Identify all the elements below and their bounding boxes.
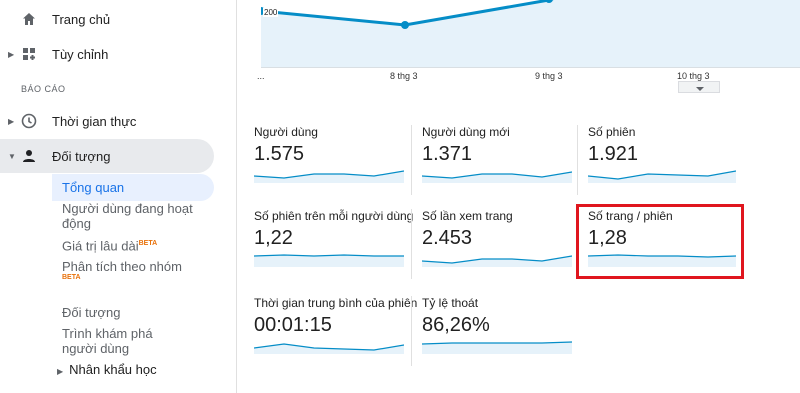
metric-label: Người dùng bbox=[254, 125, 318, 139]
metric-sparkline bbox=[422, 341, 572, 354]
nav-home[interactable]: Trang chủ bbox=[0, 2, 110, 36]
metric-card-new-users[interactable]: Người dùng mới 1.371 bbox=[411, 125, 572, 195]
x-axis-label: 10 thg 3 bbox=[677, 71, 710, 81]
metric-sparkline bbox=[588, 170, 736, 183]
metric-card-avg-session-duration[interactable]: Thời gian trung bình của phiên 00:01:15 bbox=[254, 296, 417, 366]
beta-badge: BETA bbox=[62, 274, 81, 281]
clock-icon bbox=[20, 112, 38, 130]
metric-value: 1.371 bbox=[422, 143, 473, 165]
beta-badge: BETA bbox=[138, 240, 158, 247]
highlight-annotation-box bbox=[576, 204, 744, 279]
nav-audience[interactable]: ▼ Đối tượng bbox=[0, 139, 214, 173]
sub-item-active-users[interactable]: Người dùng đang hoạt động bbox=[62, 201, 202, 231]
cohort-label: Phân tích theo nhóm bbox=[62, 259, 182, 274]
lifetime-value-label: Giá trị lâu dài bbox=[62, 238, 139, 254]
metric-value: 86,26% bbox=[422, 314, 490, 336]
sub-item-overview[interactable]: Tổng quan bbox=[62, 180, 124, 195]
x-axis-label: 8 thg 3 bbox=[390, 71, 418, 81]
metric-label: Số phiên trên mỗi người dùng bbox=[254, 209, 414, 223]
nav-home-label: Trang chủ bbox=[52, 11, 111, 27]
metric-value: 2.453 bbox=[422, 227, 473, 249]
person-icon bbox=[20, 147, 38, 165]
metric-value: 1,22 bbox=[254, 227, 293, 249]
metric-label: Thời gian trung bình của phiên bbox=[254, 296, 418, 310]
metric-card-sessions[interactable]: Số phiên 1.921 bbox=[577, 125, 736, 195]
metric-sparkline bbox=[422, 171, 572, 183]
expand-caret-icon: ▶ bbox=[57, 367, 64, 376]
customize-grid-icon bbox=[20, 45, 38, 63]
metric-sparkline bbox=[254, 170, 404, 183]
x-axis-label: 9 thg 3 bbox=[535, 71, 563, 81]
metric-label: Số phiên bbox=[588, 125, 636, 139]
metric-label: Người dùng mới bbox=[422, 125, 510, 139]
chevron-down-icon bbox=[696, 87, 704, 91]
home-icon bbox=[20, 10, 38, 28]
metric-label: Tỷ lệ thoát bbox=[422, 296, 479, 310]
metric-value: 00:01:15 bbox=[254, 314, 332, 336]
chart-range-handle[interactable] bbox=[678, 81, 720, 93]
nav-realtime[interactable]: ▶ Thời gian thực bbox=[0, 104, 136, 138]
sub-item-demographics[interactable]: ▶ Nhân khẩu học bbox=[57, 362, 157, 379]
metric-card-users[interactable]: Người dùng 1.575 bbox=[254, 125, 409, 195]
metric-value: 1.575 bbox=[254, 143, 305, 165]
metric-sparkline bbox=[254, 254, 404, 267]
metric-label: Số lần xem trang bbox=[422, 209, 513, 223]
metric-sparkline bbox=[422, 255, 572, 267]
chart-point[interactable] bbox=[401, 21, 409, 29]
sub-item-lifetime-value[interactable]: Giá trị lâu dàiBETA bbox=[62, 236, 157, 253]
sub-item-user-explorer[interactable]: Trình khám phá người dùng bbox=[62, 326, 182, 356]
metric-card-pageviews[interactable]: Số lần xem trang 2.453 bbox=[411, 209, 572, 279]
expand-caret-icon: ▶ bbox=[8, 49, 15, 59]
nav-customize-label: Tùy chỉnh bbox=[52, 46, 109, 62]
expand-caret-icon: ▶ bbox=[8, 116, 15, 126]
nav-customize[interactable]: ▶ Tùy chỉnh bbox=[0, 37, 108, 71]
y-axis-label: 200 bbox=[263, 8, 279, 17]
metric-card-bounce-rate[interactable]: Tỷ lệ thoát 86,26% bbox=[411, 296, 572, 366]
sub-item-cohort[interactable]: Phân tích theo nhóm BETA bbox=[62, 259, 182, 282]
reports-section-label: BÁO CÁO bbox=[21, 84, 66, 94]
demographics-label: Nhân khẩu học bbox=[69, 362, 157, 377]
metric-value: 1.921 bbox=[588, 143, 639, 165]
collapse-caret-icon: ▼ bbox=[8, 151, 16, 161]
nav-audience-label: Đối tượng bbox=[52, 148, 111, 164]
chart-svg bbox=[257, 0, 800, 72]
nav-realtime-label: Thời gian thực bbox=[52, 113, 137, 129]
metric-sparkline bbox=[254, 343, 404, 354]
metric-card-sessions-per-user[interactable]: Số phiên trên mỗi người dùng 1,22 bbox=[254, 209, 413, 279]
x-axis-label: ... bbox=[257, 71, 265, 81]
overview-line-chart[interactable]: 200 bbox=[257, 0, 800, 72]
sub-item-audiences[interactable]: Đối tượng bbox=[62, 305, 120, 320]
sidebar: Trang chủ ▶ Tùy chỉnh BÁO CÁO ▶ Thời gia… bbox=[0, 0, 237, 393]
